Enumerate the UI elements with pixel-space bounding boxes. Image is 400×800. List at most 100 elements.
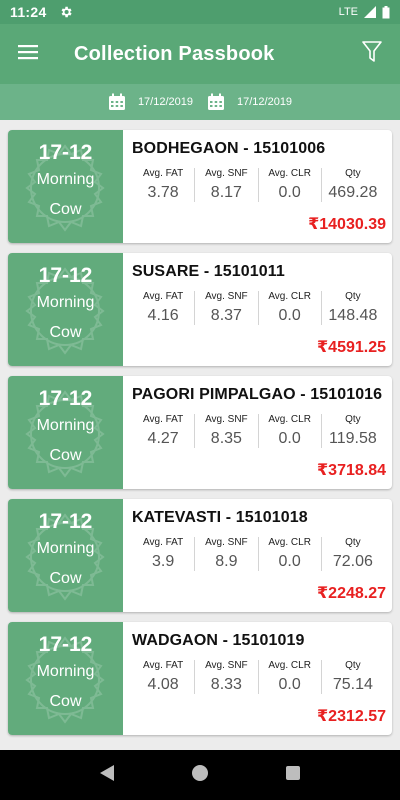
filter-button[interactable] [344, 24, 400, 84]
metric-qty: Qty 72.06 [320, 537, 384, 571]
recents-square-icon [285, 765, 301, 786]
amount: ₹3718.84 [317, 462, 386, 479]
metric-snf: Avg. SNF 8.17 [194, 168, 257, 202]
metric-label: Avg. FAT [143, 414, 184, 425]
metric-fat: Avg. FAT 4.27 [132, 414, 194, 448]
to-date-picker[interactable]: 17/12/2019 [207, 93, 292, 111]
metrics-row: Avg. FAT 3.9 Avg. SNF 8.9 Avg. CLR 0.0 Q… [132, 537, 384, 571]
metric-qty: Qty 469.28 [320, 168, 384, 202]
card-date-panel: 17-12 Morning Cow [8, 622, 123, 735]
card-date-panel: 17-12 Morning Cow [8, 376, 123, 489]
hamburger-icon [18, 44, 38, 65]
system-nav-bar [0, 750, 400, 800]
recents-button[interactable] [278, 760, 308, 790]
home-button[interactable] [185, 760, 215, 790]
collection-card[interactable]: 17-12 Morning Cow KATEVASTI - 15101018 A… [8, 499, 392, 612]
metric-value: 0.0 [278, 307, 301, 324]
metric-value: 8.33 [210, 676, 242, 693]
metric-label: Avg. CLR [268, 660, 311, 671]
metric-label: Avg. FAT [143, 537, 184, 548]
card-shift: Morning [36, 171, 95, 188]
metric-qty: Qty 148.48 [320, 291, 384, 325]
metrics-row: Avg. FAT 3.78 Avg. SNF 8.17 Avg. CLR 0.0… [132, 168, 384, 202]
from-date-picker[interactable]: 17/12/2019 [108, 93, 193, 111]
card-date: 17-12 [38, 387, 93, 410]
metric-label: Avg. SNF [205, 291, 248, 302]
metric-fat: Avg. FAT 3.78 [132, 168, 194, 202]
metric-label: Avg. FAT [143, 660, 184, 671]
card-details: WADGAON - 15101019 Avg. FAT 4.08 Avg. SN… [123, 622, 392, 735]
filter-icon [362, 40, 382, 68]
metrics-row: Avg. FAT 4.27 Avg. SNF 8.35 Avg. CLR 0.0… [132, 414, 384, 448]
center-name: WADGAON - 15101019 [132, 632, 305, 649]
metric-value: 469.28 [328, 184, 378, 201]
card-date: 17-12 [38, 510, 93, 533]
metric-label: Avg. SNF [205, 414, 248, 425]
metric-label: Qty [345, 414, 361, 425]
back-triangle-icon [99, 764, 115, 787]
metric-label: Avg. SNF [205, 660, 248, 671]
metric-clr: Avg. CLR 0.0 [257, 660, 321, 694]
metric-clr: Avg. CLR 0.0 [257, 414, 321, 448]
from-date: 17/12/2019 [137, 96, 193, 108]
card-date-panel: 17-12 Morning Cow [8, 499, 123, 612]
metric-fat: Avg. FAT 3.9 [132, 537, 194, 571]
amount: ₹2312.57 [317, 708, 386, 725]
menu-button[interactable] [0, 24, 56, 84]
metric-value: 8.35 [210, 430, 242, 447]
card-details: BODHEGAON - 15101006 Avg. FAT 3.78 Avg. … [123, 130, 392, 243]
card-date-panel: 17-12 Morning Cow [8, 130, 123, 243]
metric-value: 0.0 [278, 676, 301, 693]
metric-value: 4.27 [147, 430, 179, 447]
metric-qty: Qty 119.58 [320, 414, 384, 448]
card-date-panel: 17-12 Morning Cow [8, 253, 123, 366]
metric-value: 4.08 [147, 676, 179, 693]
status-bar: 11:24 LTE [0, 0, 400, 24]
amount: ₹14030.39 [308, 216, 386, 233]
metric-value: 3.78 [147, 184, 179, 201]
metric-label: Avg. CLR [268, 168, 311, 179]
metrics-row: Avg. FAT 4.16 Avg. SNF 8.37 Avg. CLR 0.0… [132, 291, 384, 325]
center-name: BODHEGAON - 15101006 [132, 140, 326, 157]
collection-card[interactable]: 17-12 Morning Cow WADGAON - 15101019 Avg… [8, 622, 392, 735]
metric-label: Qty [345, 537, 361, 548]
card-details: KATEVASTI - 15101018 Avg. FAT 3.9 Avg. S… [123, 499, 392, 612]
metric-label: Avg. CLR [268, 414, 311, 425]
calendar-icon [108, 93, 126, 111]
metric-snf: Avg. SNF 8.37 [194, 291, 257, 325]
passbook-list[interactable]: 17-12 Morning Cow BODHEGAON - 15101006 A… [0, 120, 400, 750]
metric-value: 75.14 [332, 676, 373, 693]
card-milk-type: Cow [49, 570, 82, 587]
collection-card[interactable]: 17-12 Morning Cow SUSARE - 15101011 Avg.… [8, 253, 392, 366]
center-name: SUSARE - 15101011 [132, 263, 285, 280]
metric-value: 0.0 [278, 553, 301, 570]
metric-snf: Avg. SNF 8.35 [194, 414, 257, 448]
metric-value: 8.17 [210, 184, 242, 201]
metric-label: Avg. CLR [268, 291, 311, 302]
metrics-row: Avg. FAT 4.08 Avg. SNF 8.33 Avg. CLR 0.0… [132, 660, 384, 694]
page-title: Collection Passbook [74, 42, 275, 65]
metric-label: Avg. CLR [268, 537, 311, 548]
app-bar: Collection Passbook [0, 24, 400, 84]
metric-label: Avg. SNF [205, 168, 248, 179]
collection-card[interactable]: 17-12 Morning Cow PAGORI PIMPALGAO - 151… [8, 376, 392, 489]
metric-value: 0.0 [278, 184, 301, 201]
network-label: LTE [338, 6, 358, 18]
amount: ₹4591.25 [317, 339, 386, 356]
metric-clr: Avg. CLR 0.0 [257, 537, 321, 571]
metric-qty: Qty 75.14 [320, 660, 384, 694]
metric-value: 8.9 [215, 553, 238, 570]
signal-icon [364, 6, 376, 18]
card-milk-type: Cow [49, 693, 82, 710]
metric-clr: Avg. CLR 0.0 [257, 168, 321, 202]
collection-card[interactable]: 17-12 Morning Cow BODHEGAON - 15101006 A… [8, 130, 392, 243]
back-button[interactable] [92, 760, 122, 790]
status-indicators: LTE [338, 5, 390, 19]
card-milk-type: Cow [49, 324, 82, 341]
card-shift: Morning [36, 294, 95, 311]
metric-value: 3.9 [152, 553, 175, 570]
center-name: KATEVASTI - 15101018 [132, 509, 308, 526]
card-shift: Morning [36, 663, 95, 680]
metric-value: 72.06 [332, 553, 373, 570]
card-details: PAGORI PIMPALGAO - 15101016 Avg. FAT 4.2… [123, 376, 392, 489]
